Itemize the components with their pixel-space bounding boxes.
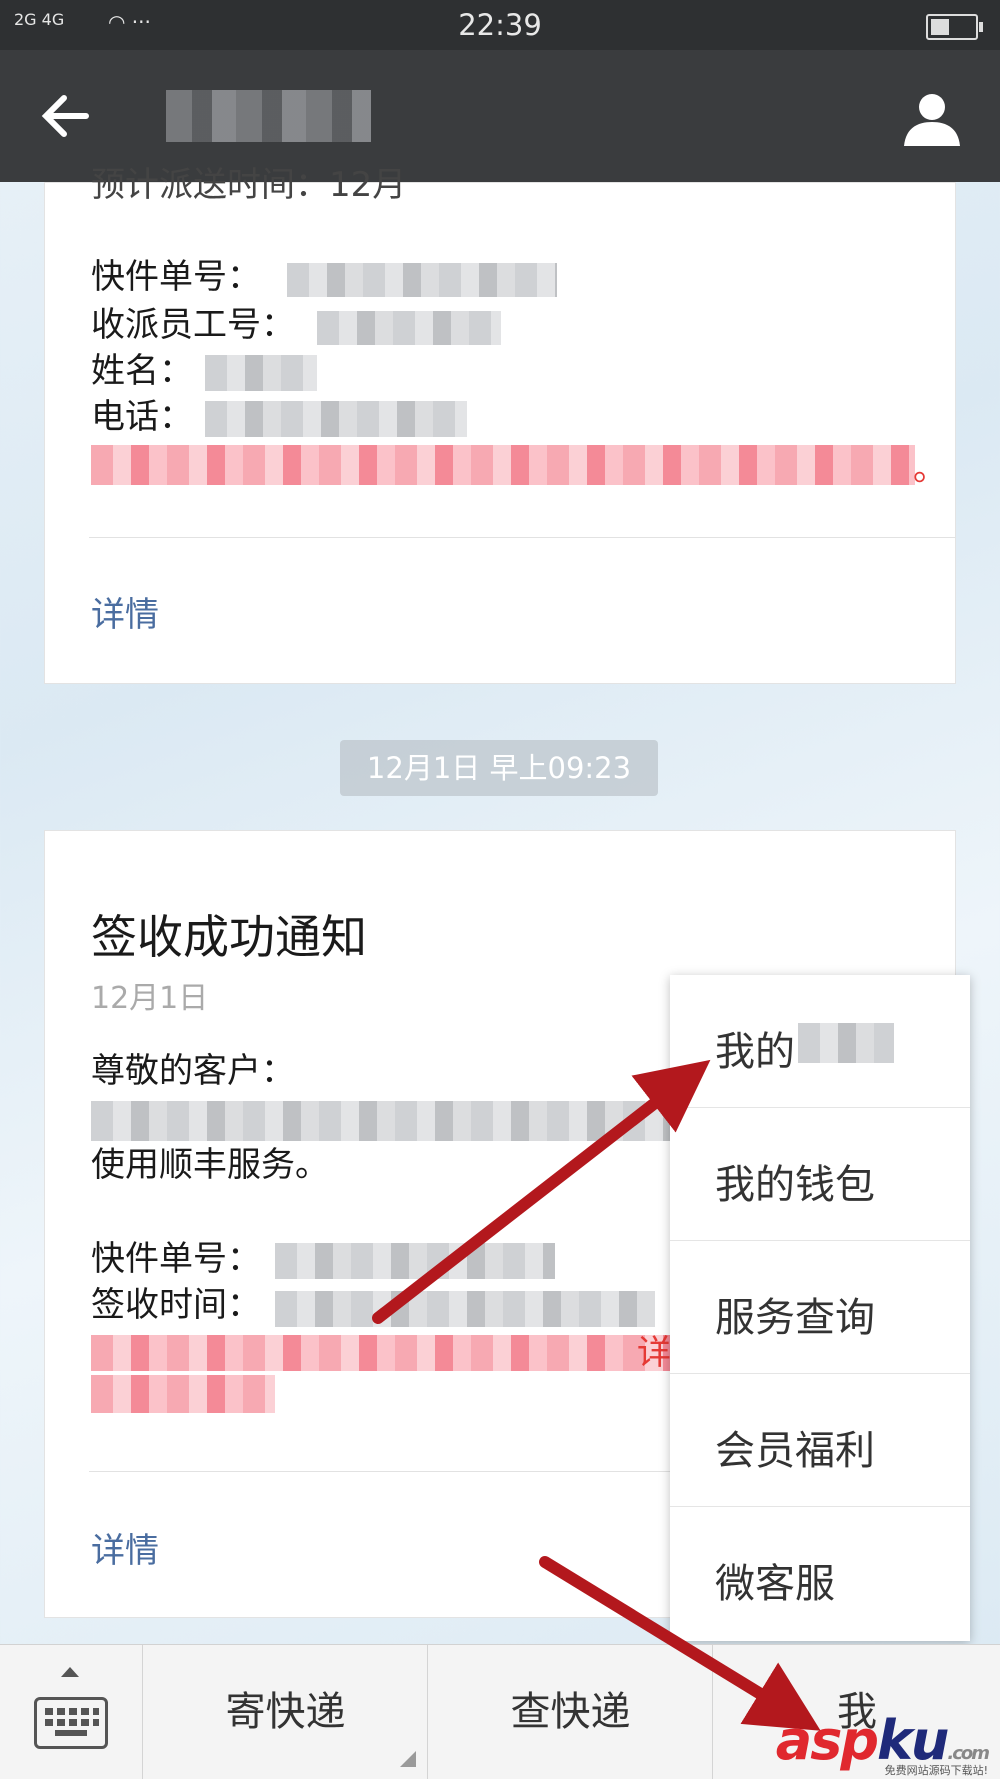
keyboard-toggle[interactable] xyxy=(0,1645,142,1779)
tab-send-express[interactable]: 寄快递 xyxy=(142,1645,428,1779)
profile-icon[interactable] xyxy=(902,92,962,146)
message-timestamp: 12月1日 早上09:23 xyxy=(340,740,658,796)
partial-text: 预计派送时间：12月 xyxy=(91,165,407,205)
chat-title-blurred xyxy=(166,90,371,142)
sign-time-blurred xyxy=(275,1291,655,1327)
card-title: 签收成功通知 xyxy=(91,910,367,964)
status-time: 22:39 xyxy=(458,8,542,42)
waybill-value-blurred xyxy=(275,1243,555,1279)
greeting: 尊敬的客户： xyxy=(91,1051,295,1091)
tab-label: 寄快递 xyxy=(225,1689,346,1735)
submenu-indicator-icon xyxy=(400,1751,416,1767)
red-notice-period: 。 xyxy=(913,449,947,489)
menu-item-label: 会员福利 xyxy=(715,1428,875,1474)
message-card-delivery: 预计派送时间：12月 快件单号： 收派员工号： 姓名： 电话： 。 详情 xyxy=(44,165,956,684)
menu-item-label: 我的 xyxy=(715,1029,795,1075)
red-notice-blurred-2 xyxy=(91,1375,275,1413)
phone-blurred xyxy=(205,401,467,437)
name-label: 姓名： xyxy=(91,351,193,391)
red-notice-blurred xyxy=(91,445,915,485)
message-body-blurred xyxy=(91,1101,681,1141)
divider xyxy=(89,537,955,538)
courier-id-blurred xyxy=(317,311,501,345)
sign-time-label: 签收时间： xyxy=(91,1285,261,1325)
red-notice-blurred xyxy=(91,1335,671,1371)
details-link[interactable]: 详情 xyxy=(91,587,159,636)
red-detail-text: 详 xyxy=(637,1333,671,1373)
menu-item-my-account[interactable]: 我的 xyxy=(670,975,970,1108)
menu-label-blurred xyxy=(798,1023,894,1063)
watermark-tagline: 免费网站源码下载站! xyxy=(884,1764,988,1777)
menu-item-wallet[interactable]: 我的钱包 xyxy=(670,1108,970,1241)
menu-item-label: 服务查询 xyxy=(715,1295,875,1341)
menu-item-label: 我的钱包 xyxy=(715,1162,875,1208)
waybill-label: 快件单号： xyxy=(91,1239,261,1279)
tab-query-express[interactable]: 查快递 xyxy=(427,1645,713,1779)
menu-item-member-benefits[interactable]: 会员福利 xyxy=(670,1374,970,1507)
popup-menu: 我的 我的钱包 服务查询 会员福利 微客服 xyxy=(670,975,970,1641)
keyboard-icon xyxy=(34,1697,108,1749)
card-date: 12月1日 xyxy=(91,981,209,1016)
waybill-label: 快件单号： xyxy=(91,257,261,297)
details-link[interactable]: 详情 xyxy=(91,1523,159,1572)
menu-item-customer-service[interactable]: 微客服 xyxy=(670,1507,970,1640)
waybill-value-blurred xyxy=(287,263,557,297)
menu-item-label: 微客服 xyxy=(715,1561,835,1607)
tab-label: 查快递 xyxy=(510,1689,631,1735)
back-arrow-icon[interactable] xyxy=(36,86,106,148)
phone-label: 电话： xyxy=(91,397,193,437)
status-bar: 2G 4G ◠ ··· 22:39 xyxy=(0,0,1000,50)
battery-icon xyxy=(926,14,983,40)
expand-up-icon xyxy=(61,1667,79,1677)
menu-item-service-query[interactable]: 服务查询 xyxy=(670,1241,970,1374)
courier-id-label: 收派员工号： xyxy=(91,305,295,345)
service-line: 使用顺丰服务。 xyxy=(91,1145,329,1185)
name-blurred xyxy=(205,355,317,391)
